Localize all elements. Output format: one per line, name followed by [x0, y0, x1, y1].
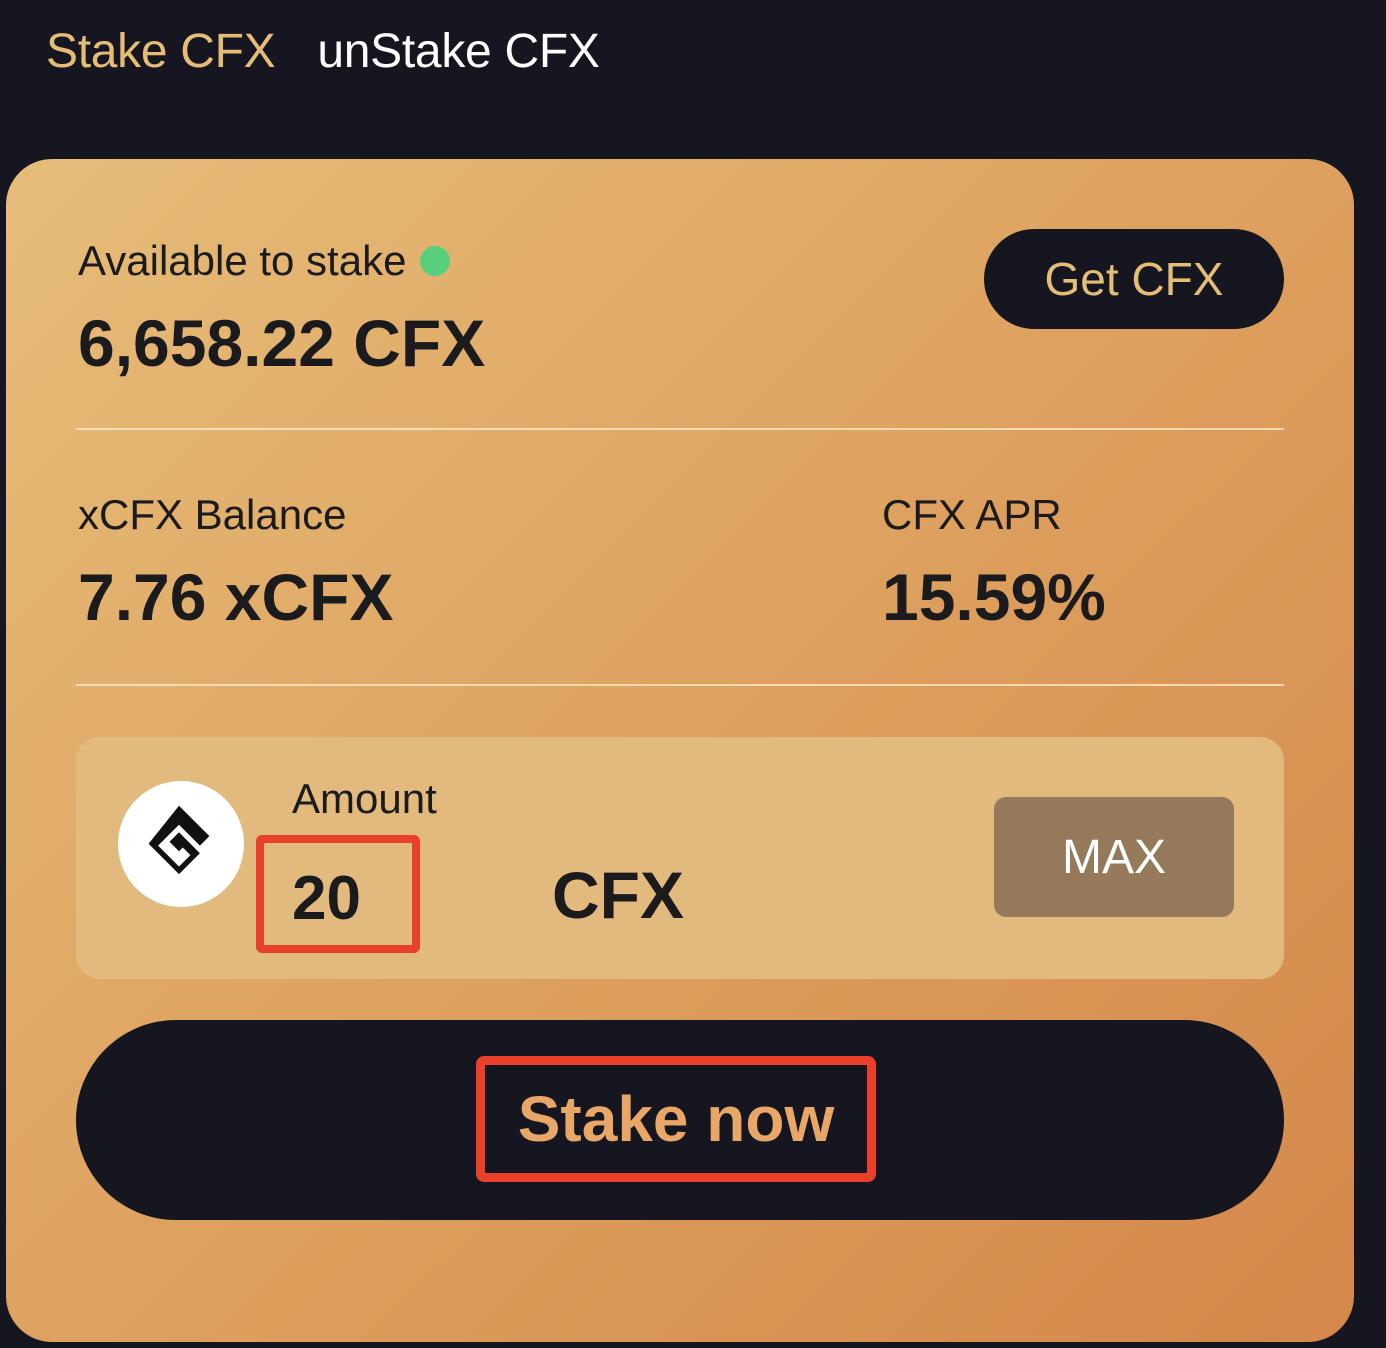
max-button[interactable]: MAX: [994, 797, 1234, 917]
available-to-stake: Available to stake: [78, 237, 451, 285]
stake-now-button[interactable]: Stake now: [76, 1020, 1284, 1220]
get-cfx-button[interactable]: Get CFX: [984, 229, 1284, 329]
amount-input[interactable]: [292, 863, 402, 933]
stake-card: Available to stake 6,658.22 CFX Get CFX …: [6, 159, 1354, 1342]
available-value: 6,658.22 CFX: [78, 306, 486, 380]
stake-now-highlight: Stake now: [476, 1056, 876, 1182]
amount-panel: Amount CFX MAX: [76, 737, 1284, 979]
conflux-logo-icon: [118, 781, 244, 907]
divider: [76, 428, 1284, 430]
divider: [76, 684, 1284, 686]
stake-now-label: Stake now: [517, 1083, 835, 1155]
amount-label: Amount: [292, 775, 437, 822]
cfx-apr-value: 15.59%: [882, 560, 1106, 634]
xcfx-balance-value: 7.76 xCFX: [78, 560, 394, 634]
xcfx-balance-label: xCFX Balance: [78, 491, 347, 538]
cfx-apr-label: CFX APR: [882, 491, 1062, 538]
amount-input-highlight: [256, 835, 420, 953]
stake-tabs: Stake CFX unStake CFX: [46, 22, 600, 82]
available-label: Available to stake: [78, 237, 407, 284]
amount-unit: CFX: [552, 858, 684, 932]
tab-stake-cfx[interactable]: Stake CFX: [46, 22, 276, 82]
tab-unstake-cfx[interactable]: unStake CFX: [317, 22, 599, 82]
status-dot-icon: [420, 246, 451, 276]
